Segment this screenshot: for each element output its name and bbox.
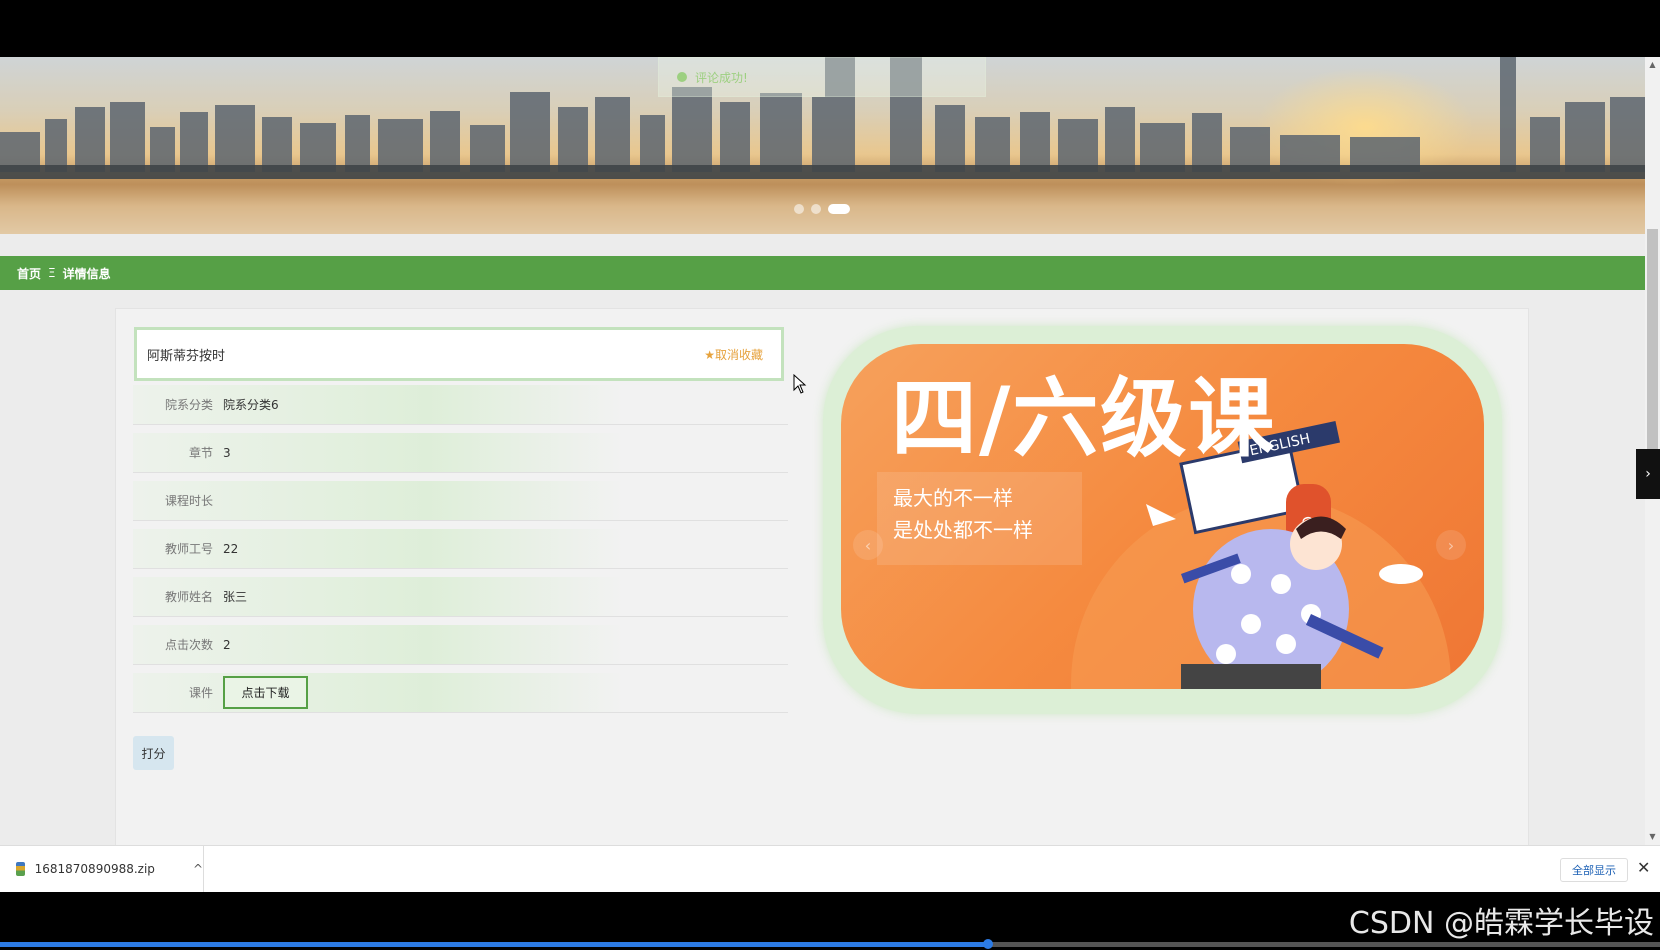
check-circle-icon [677,72,687,82]
course-image-frame: ENGLISH CET-4 四 [823,326,1502,714]
side-panel-toggle[interactable]: › [1636,449,1660,499]
field-label: 院系分类 [164,398,213,412]
carousel-next-arrow[interactable]: › [1436,530,1466,560]
poster-subtitle-line2: 是处处都不一样 [893,518,1033,542]
chevron-right-icon: › [1645,466,1651,482]
toast-message: 评论成功! [695,70,748,85]
carousel-dot-active[interactable] [828,204,850,214]
poster-subtitle-line1: 最大的不一样 [893,486,1013,510]
show-all-downloads-button[interactable]: 全部显示 [1560,858,1628,882]
field-value: 22 [223,541,239,556]
download-button[interactable]: 点击下载 [223,676,308,709]
close-icon[interactable]: ✕ [1637,858,1650,877]
breadcrumb-home-link[interactable]: 首页 [17,265,41,282]
carousel-prev-arrow[interactable]: ‹ [853,530,883,560]
watermark-text: CSDN @皓霖学长毕设 [1348,906,1654,941]
field-label: 教师姓名 [164,590,213,604]
info-row-teacher-name: 教师姓名 张三 [133,577,788,617]
info-row-teacher-id: 教师工号 22 [133,529,788,569]
info-row-click-count: 点击次数 2 [133,625,788,665]
top-black-bar [0,0,1660,57]
field-label: 课程时长 [164,494,213,508]
scroll-down-arrow-icon[interactable]: ▼ [1647,831,1658,843]
field-label: 课件 [188,686,213,700]
rate-button[interactable]: 打分 [133,736,174,770]
field-label: 点击次数 [164,638,213,652]
field-value: 院系分类6 [223,398,279,412]
video-progress-bar[interactable] [0,939,1660,949]
scroll-thumb[interactable] [1647,229,1658,449]
field-label: 教师工号 [164,542,213,556]
info-row-duration: 课程时长 [133,481,788,521]
carousel-dot[interactable] [811,204,821,214]
hero-banner: 评论成功! [0,57,1645,234]
scroll-up-arrow-icon[interactable]: ▲ [1647,59,1658,71]
info-row-department: 院系分类 院系分类6 [133,385,788,425]
course-poster-image: ENGLISH CET-4 四 [841,344,1484,689]
info-row-chapter: 章节 3 [133,433,788,473]
download-shelf: 1681870890988.zip ^ 全部显示 ✕ [0,845,1660,893]
success-toast: 评论成功! [658,57,986,97]
course-title: 阿斯蒂芬按时 [147,348,226,364]
zip-file-icon [16,862,25,876]
video-progress-fill [0,942,988,947]
download-file-name[interactable]: 1681870890988.zip [35,862,155,876]
video-progress-knob[interactable] [983,939,993,949]
poster-title: 四/六级课 [891,369,1277,469]
field-label: 章节 [188,446,213,460]
breadcrumb-separator: Ξ [48,266,56,280]
carousel-dot[interactable] [794,204,804,214]
breadcrumb: 首页 Ξ 详情信息 [0,256,1645,290]
detail-title-box: 阿斯蒂芬按时 ★取消收藏 [134,327,784,381]
download-item[interactable]: 1681870890988.zip ^ [0,845,204,893]
unfavorite-button[interactable]: ★取消收藏 [704,346,763,363]
chevron-up-icon[interactable]: ^ [193,862,203,876]
detail-card: 阿斯蒂芬按时 ★取消收藏 院系分类 院系分类6 章节 3 课程时长 教师工号 2… [115,308,1529,845]
mouse-cursor-icon [793,374,807,394]
field-value: 张三 [223,590,248,604]
field-value: 3 [223,445,231,460]
field-value: 2 [223,637,231,652]
carousel-indicators[interactable] [794,204,850,214]
breadcrumb-current: 详情信息 [62,266,111,281]
info-row-courseware: 课件 点击下载 [133,673,788,713]
browser-viewport: 评论成功! 首页 Ξ 详情信息 阿斯蒂芬按时 ★取消收藏 院系分类 院系分类6 … [0,57,1660,845]
